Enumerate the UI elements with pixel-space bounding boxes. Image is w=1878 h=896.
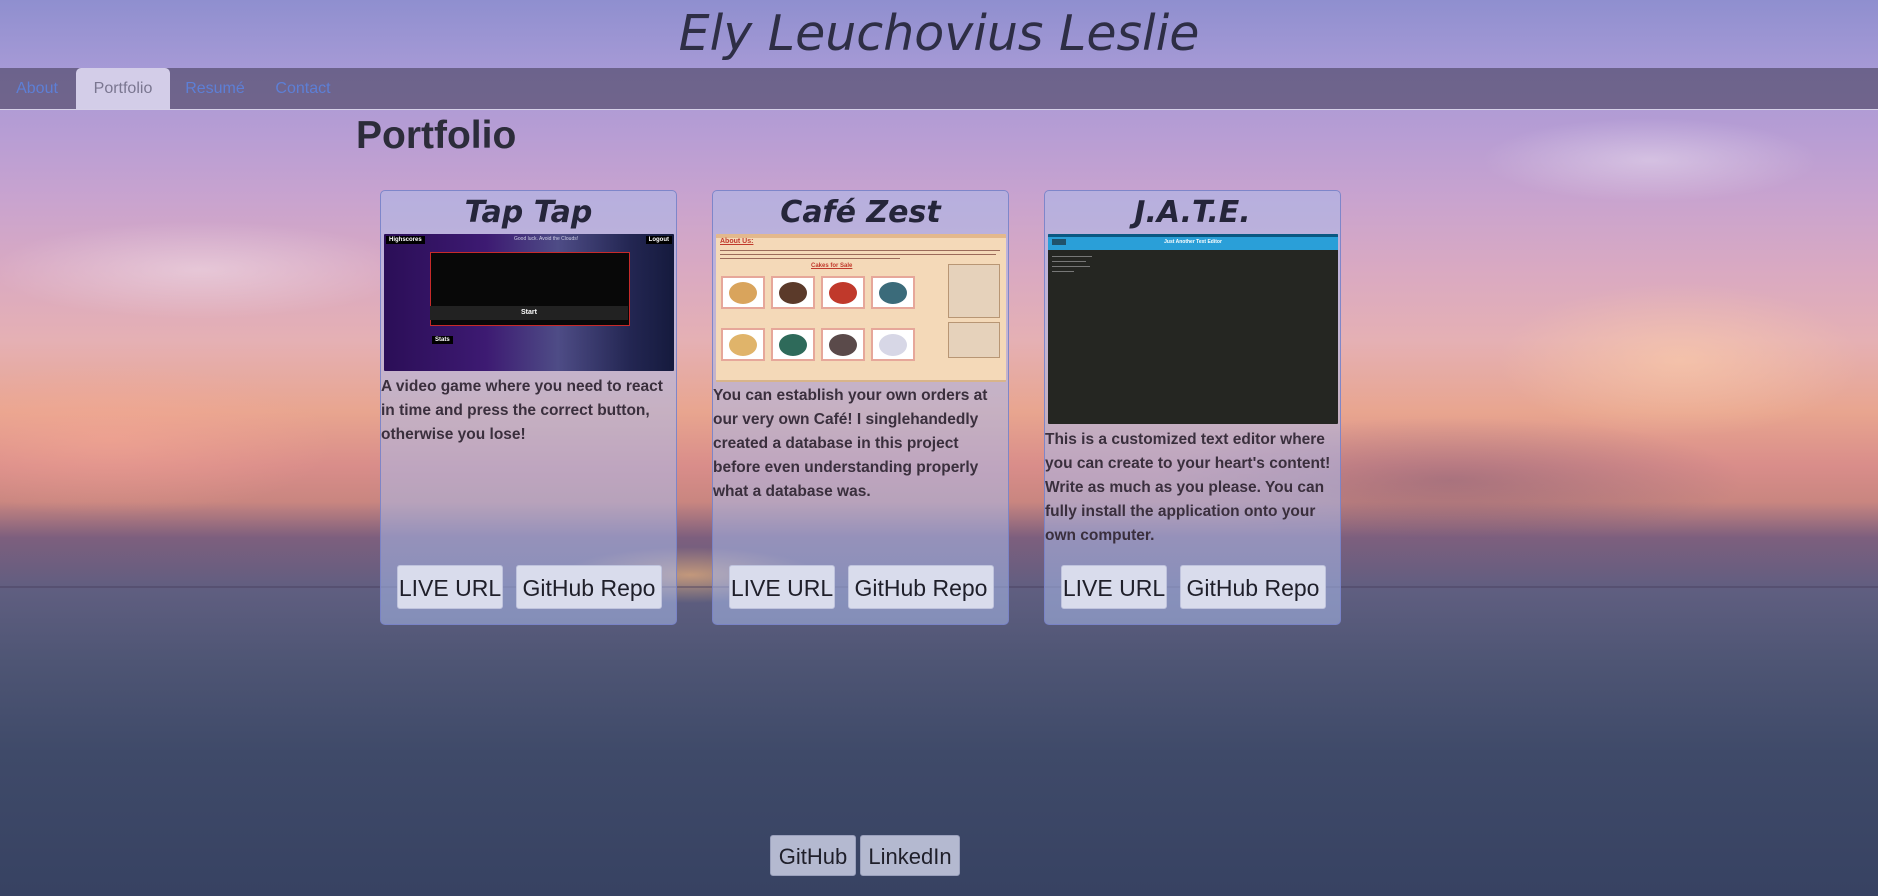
thumb-cake-image	[771, 276, 815, 309]
main-nav: About Portfolio Resumé Contact	[0, 68, 1878, 110]
thumb-side-panel	[948, 322, 1000, 358]
project-screenshot[interactable]: Highscores Good luck. Avoid the Clouds! …	[384, 234, 674, 371]
github-repo-button[interactable]: GitHub Repo	[516, 565, 662, 609]
project-card-jate: J.A.T.E. Just Another Text Editor This i…	[1044, 190, 1341, 625]
thumb-cake-image	[821, 328, 865, 361]
project-title: J.A.T.E.	[1134, 195, 1251, 230]
project-screenshot[interactable]: About Us: Cakes for Sale	[716, 234, 1006, 382]
page-title: Portfolio	[356, 114, 517, 157]
thumb-text-line	[1052, 271, 1074, 272]
thumb-cake-caption	[721, 312, 765, 320]
thumb-top-strip	[1048, 234, 1338, 237]
thumb-cake-image	[771, 328, 815, 361]
footer-linkedin-button[interactable]: LinkedIn	[860, 835, 960, 876]
thumb-caption: Good luck. Avoid the Clouds!	[514, 236, 579, 242]
thumb-side-panel	[948, 264, 1000, 318]
thumb-start-bar: Start	[430, 306, 628, 320]
project-card-cafe-zest: Café Zest About Us: Cakes for Sale You c…	[712, 190, 1009, 625]
site-header: Ely Leuchovius Leslie	[0, 0, 1878, 68]
nav-item-portfolio[interactable]: Portfolio	[76, 68, 170, 109]
site-title: Ely Leuchovius Leslie	[678, 5, 1200, 62]
thumb-stats-chip: Stats	[432, 336, 453, 344]
thumb-text-line	[720, 250, 1000, 251]
project-title: Café Zest	[780, 195, 941, 230]
thumb-highscores-chip: Highscores	[386, 236, 425, 244]
thumb-text-line	[1052, 266, 1090, 267]
thumb-cake-image	[871, 276, 915, 309]
thumb-cake-image	[721, 276, 765, 309]
live-url-button[interactable]: LIVE URL	[1061, 565, 1167, 609]
thumb-text-line	[720, 258, 900, 259]
thumb-install-button	[1052, 239, 1066, 245]
github-repo-button[interactable]: GitHub Repo	[848, 565, 994, 609]
thumb-text-line	[720, 254, 996, 255]
project-description: A video game where you need to react in …	[381, 378, 663, 443]
project-card-tap-tap-revolution: Tap Tap Revolution Highscores Good luck.…	[380, 190, 677, 625]
project-screenshot[interactable]: Just Another Text Editor	[1048, 234, 1338, 424]
thumb-logout-chip: Logout	[645, 236, 672, 244]
thumb-text-line	[1052, 256, 1092, 257]
thumb-about-heading: About Us:	[720, 238, 754, 245]
github-repo-button[interactable]: GitHub Repo	[1180, 565, 1326, 609]
footer-github-button[interactable]: GitHub	[770, 835, 856, 876]
live-url-button[interactable]: LIVE URL	[397, 565, 503, 609]
project-description: This is a customized text editor where y…	[1045, 431, 1331, 544]
thumb-cake-image	[721, 328, 765, 361]
thumb-text-line	[1052, 261, 1086, 262]
nav-item-resume[interactable]: Resumé	[170, 68, 260, 109]
thumb-cake-image	[871, 328, 915, 361]
nav-item-contact[interactable]: Contact	[266, 68, 340, 109]
project-description: You can establish your own orders at our…	[713, 387, 988, 500]
live-url-button[interactable]: LIVE URL	[729, 565, 835, 609]
nav-item-about[interactable]: About	[0, 68, 74, 109]
thumb-top-bar	[716, 234, 1006, 238]
thumb-cake-image	[821, 276, 865, 309]
thumb-cakes-heading: Cakes for Sale	[811, 263, 853, 269]
